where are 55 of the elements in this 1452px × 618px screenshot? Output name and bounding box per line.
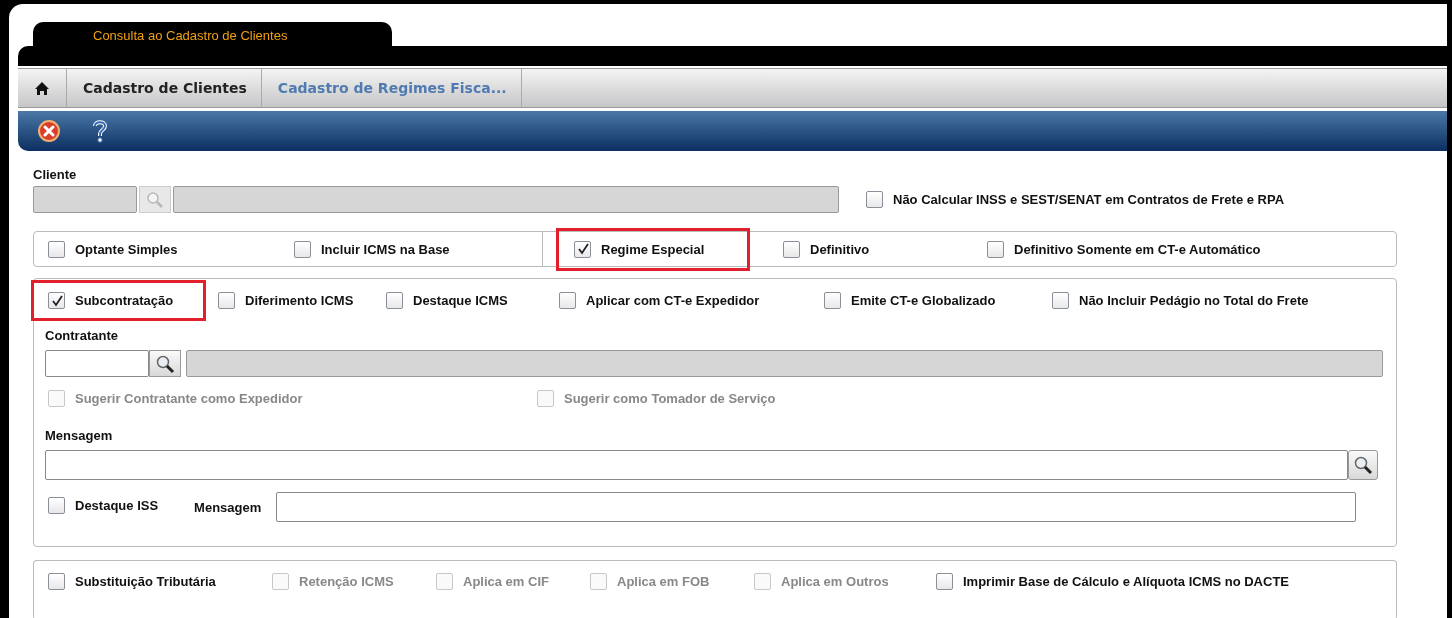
checkbox[interactable] (987, 240, 1004, 258)
checkbox[interactable] (218, 292, 235, 309)
checkbox-label: Definitivo (810, 241, 870, 257)
checkbox-label: Diferimento ICMS (245, 293, 354, 308)
breadcrumb-item[interactable]: Cadastro de Clientes (67, 69, 262, 107)
checkbox[interactable] (48, 240, 65, 258)
contractor-name-field[interactable] (186, 350, 1383, 377)
checkbox-label: Aplica em FOB (617, 574, 710, 589)
checkbox[interactable] (783, 240, 800, 258)
checkbox[interactable] (866, 191, 883, 208)
checkbox-label: Imprimir Base de Cálculo e Alíquota ICMS no DACTE (963, 574, 1289, 589)
checkbox-label: Subcontratação (75, 293, 174, 308)
checkbox-label: Retenção ICMS (299, 574, 394, 589)
checkbox[interactable] (1052, 292, 1069, 309)
checkbox-label: Destaque ISS (75, 497, 159, 513)
field-label: Mensagem (45, 428, 114, 443)
close-icon[interactable] (38, 120, 60, 142)
search-button[interactable] (1348, 450, 1378, 480)
field-label: Mensagem (194, 499, 262, 515)
checkbox[interactable] (936, 573, 953, 590)
client-name-field[interactable] (173, 186, 839, 213)
checkbox-label: Regime Especial (601, 241, 705, 257)
checkbox[interactable] (824, 292, 841, 309)
checkbox-label: Incluir ICMS na Base (321, 241, 450, 257)
field-label: Contratante (45, 328, 119, 343)
contractor-code-field[interactable] (45, 350, 149, 377)
checkbox[interactable] (48, 292, 65, 309)
checkbox-label: Sugerir como Tomador de Serviço (564, 391, 776, 406)
message-field[interactable] (276, 492, 1357, 522)
checkbox[interactable] (48, 496, 65, 514)
checkbox-label: Optante Simples (75, 241, 178, 257)
checkbox-label: Aplica em Outros (781, 574, 889, 589)
checkbox-label: Definitivo Somente em CT-e Automático (1014, 241, 1261, 257)
help-icon[interactable] (92, 119, 108, 143)
search-icon (155, 353, 175, 374)
checkbox-label: Destaque ICMS (413, 293, 508, 308)
field-label: Cliente (33, 167, 78, 182)
checkbox-label: Aplicar com CT-e Expedidor (586, 293, 760, 308)
checkbox-label: Não Incluir Pedágio no Total do Frete (1079, 293, 1309, 308)
home-icon (34, 80, 50, 96)
checkbox-label: Emite CT-e Globalizado (851, 293, 996, 308)
search-button[interactable] (149, 350, 181, 377)
checkbox-label: Não Calcular INSS e SEST/SENAT em Contratos de Frete e RPA (893, 192, 1285, 207)
message-field[interactable] (45, 450, 1348, 480)
checkbox[interactable] (559, 292, 576, 309)
search-icon (146, 190, 164, 209)
checkbox[interactable] (574, 240, 591, 258)
checkbox-label: Sugerir Contratante como Expedidor (75, 391, 303, 406)
checkbox-label: Aplica em CIF (463, 574, 549, 589)
checkbox[interactable] (294, 240, 311, 258)
checkbox[interactable] (386, 292, 403, 309)
checkbox[interactable] (48, 573, 65, 590)
client-code-field[interactable] (33, 186, 137, 213)
search-icon (1353, 455, 1373, 475)
checkbox-label: Substituição Tributária (75, 574, 216, 589)
